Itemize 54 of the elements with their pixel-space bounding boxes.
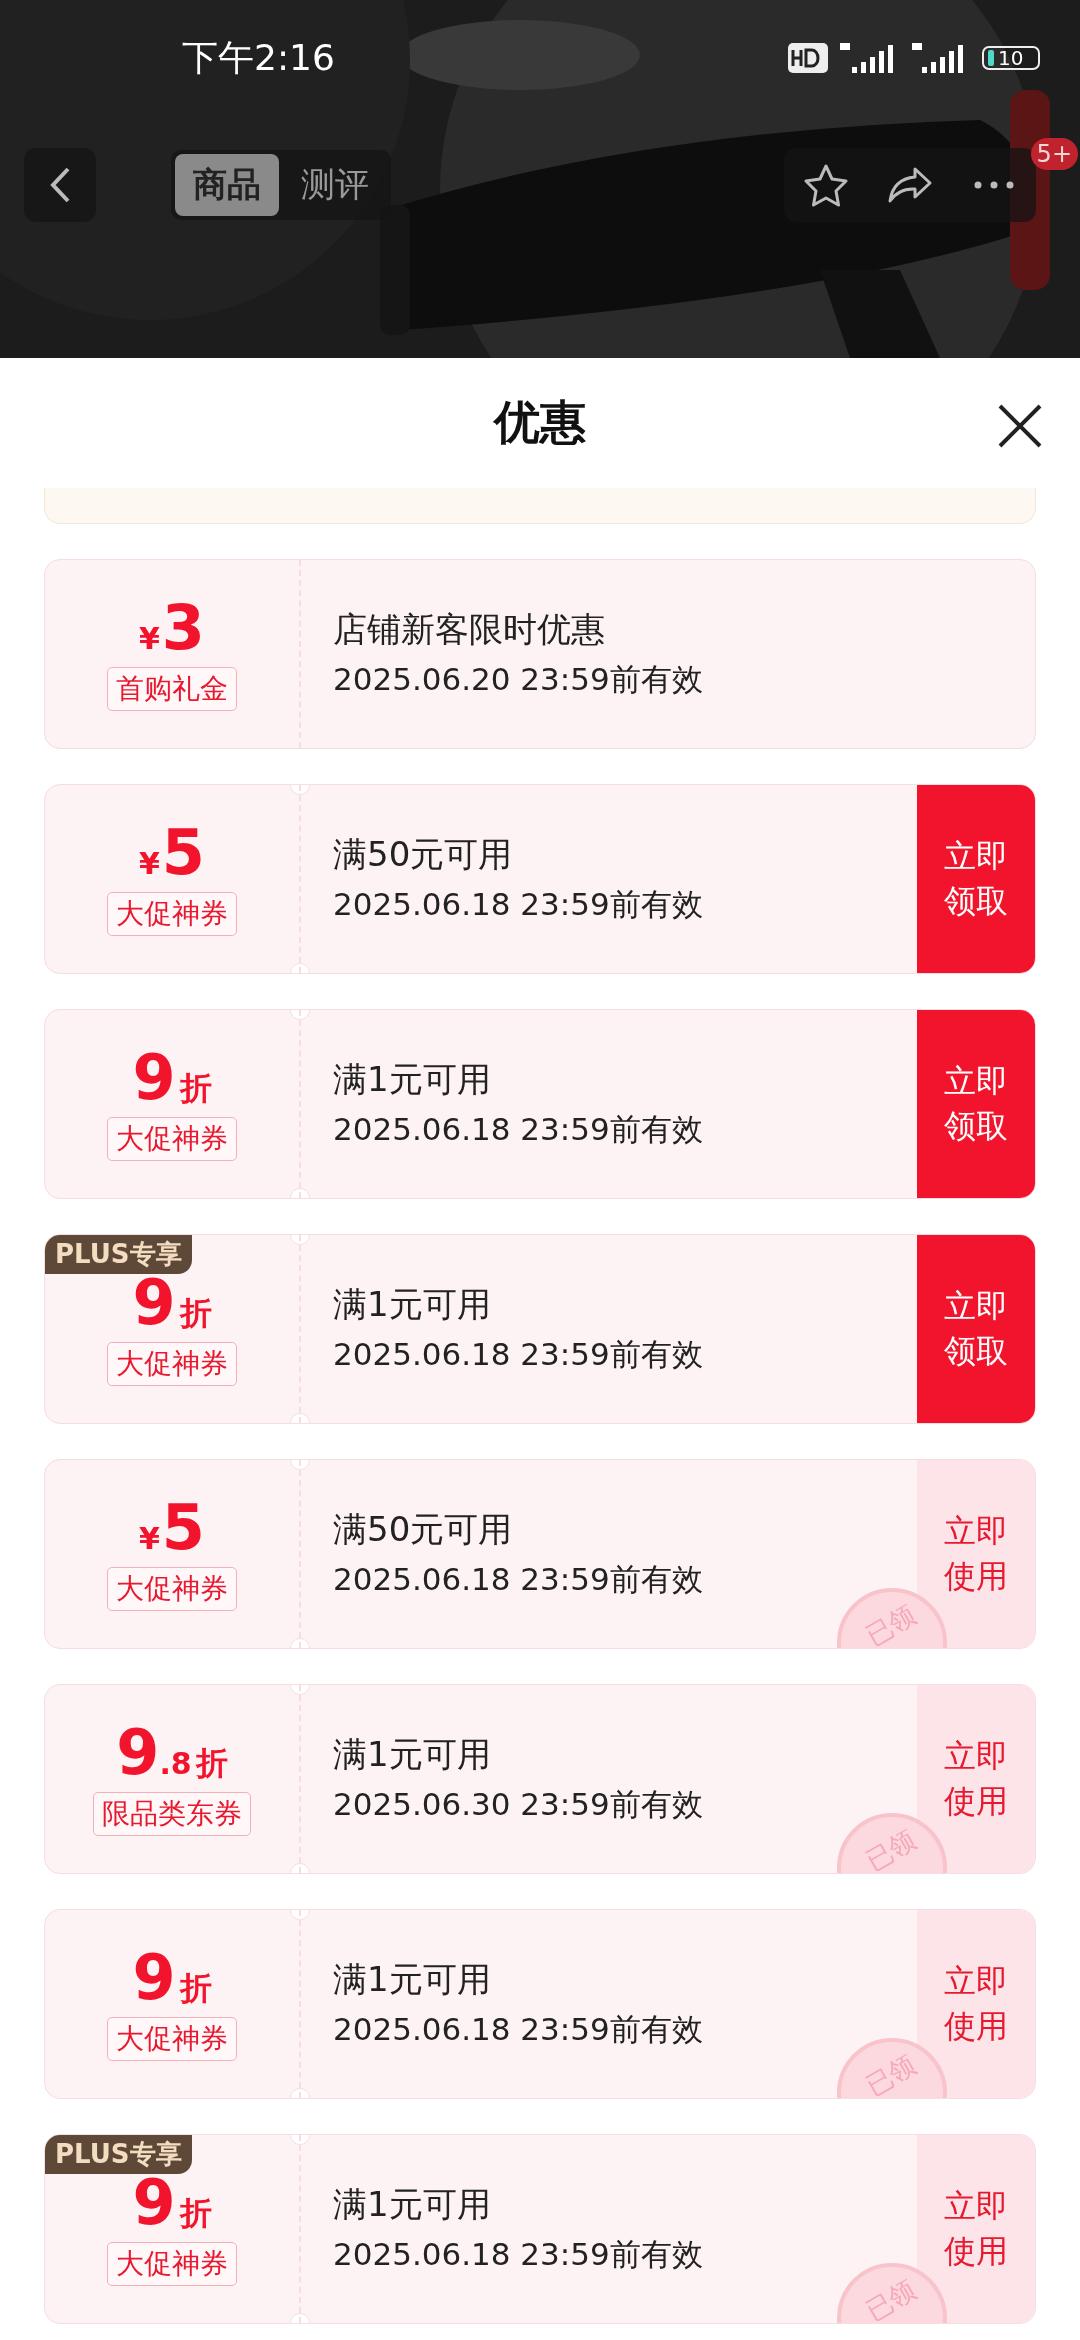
coupon-tag: 大促神券 bbox=[107, 2017, 237, 2061]
plus-badge: PLUS专享 bbox=[45, 1235, 192, 1274]
more-icon bbox=[974, 181, 1014, 189]
use-button[interactable]: 立即使用 bbox=[917, 1910, 1035, 2098]
coupon-tag: 大促神券 bbox=[107, 2242, 237, 2286]
coupon-amount: 9 折 bbox=[132, 2172, 212, 2234]
coupon-tag: 大促神券 bbox=[107, 892, 237, 936]
coupon-tag: 限品类东券 bbox=[93, 1792, 251, 1836]
coupon-tag: 首购礼金 bbox=[107, 667, 237, 711]
coupon-condition: 满1元可用 bbox=[333, 1733, 492, 1776]
hd-call-icon bbox=[788, 43, 828, 73]
back-button[interactable] bbox=[24, 148, 96, 222]
coupon-condition: 满1元可用 bbox=[333, 1283, 492, 1326]
coupon-amount: ¥3 bbox=[139, 597, 205, 659]
coupon-tag: 大促神券 bbox=[107, 1117, 237, 1161]
use-button[interactable]: 立即使用 bbox=[917, 2135, 1035, 2323]
use-button[interactable]: 立即使用 bbox=[917, 1460, 1035, 1648]
coupon-condition: 店铺新客限时优惠 bbox=[333, 608, 606, 651]
battery-indicator: 10 bbox=[982, 46, 1040, 70]
status-time: 下午2:16 bbox=[182, 35, 335, 80]
plus-badge: PLUS专享 bbox=[45, 2135, 192, 2174]
star-icon bbox=[803, 163, 849, 207]
use-button[interactable]: 立即使用 bbox=[917, 1685, 1035, 1873]
close-icon bbox=[997, 403, 1043, 449]
share-icon bbox=[887, 166, 933, 204]
coupon-validity: 2025.06.18 23:59前有效 bbox=[333, 1110, 704, 1149]
claim-button[interactable]: 立即领取 bbox=[917, 1235, 1035, 1423]
coupon-amount: ¥5 bbox=[139, 1497, 205, 1559]
sheet-title: 优惠 bbox=[494, 394, 586, 451]
coupon-amount: 9 折 bbox=[132, 1272, 212, 1334]
coupon-validity: 2025.06.18 23:59前有效 bbox=[333, 2235, 704, 2274]
back-icon bbox=[49, 166, 71, 204]
claim-button[interactable]: 立即领取 bbox=[917, 785, 1035, 973]
coupon-amount: 9.8折 bbox=[116, 1722, 228, 1784]
coupon-condition: 满1元可用 bbox=[333, 2183, 492, 2226]
coupon-amount: 9 折 bbox=[132, 1047, 212, 1109]
coupon-validity: 2025.06.20 23:59前有效 bbox=[333, 660, 704, 699]
coupon-condition: 满1元可用 bbox=[333, 1058, 492, 1101]
tab[interactable]: 测评 bbox=[283, 154, 387, 216]
coupon-tag: 大促神券 bbox=[107, 1342, 237, 1386]
coupon-amount: 9 折 bbox=[132, 1947, 212, 2009]
coupon-validity: 2025.06.18 23:59前有效 bbox=[333, 1335, 704, 1374]
coupon-condition: 满50元可用 bbox=[333, 833, 514, 876]
coupon-condition: 满1元可用 bbox=[333, 1958, 492, 2001]
tab[interactable]: 商品 bbox=[175, 154, 279, 216]
coupon-validity: 2025.06.18 23:59前有效 bbox=[333, 885, 704, 924]
coupon-validity: 2025.06.18 23:59前有效 bbox=[333, 1560, 704, 1599]
coupon-condition: 满50元可用 bbox=[333, 1508, 514, 1551]
coupon-amount: ¥5 bbox=[139, 822, 205, 884]
claim-button[interactable]: 立即领取 bbox=[917, 1010, 1035, 1198]
coupon-validity: 2025.06.30 23:59前有效 bbox=[333, 1785, 704, 1824]
coupon-tag: 大促神券 bbox=[107, 1567, 237, 1611]
notification-badge: 5+ bbox=[1030, 138, 1078, 170]
coupon-validity: 2025.06.18 23:59前有效 bbox=[333, 2010, 704, 2049]
